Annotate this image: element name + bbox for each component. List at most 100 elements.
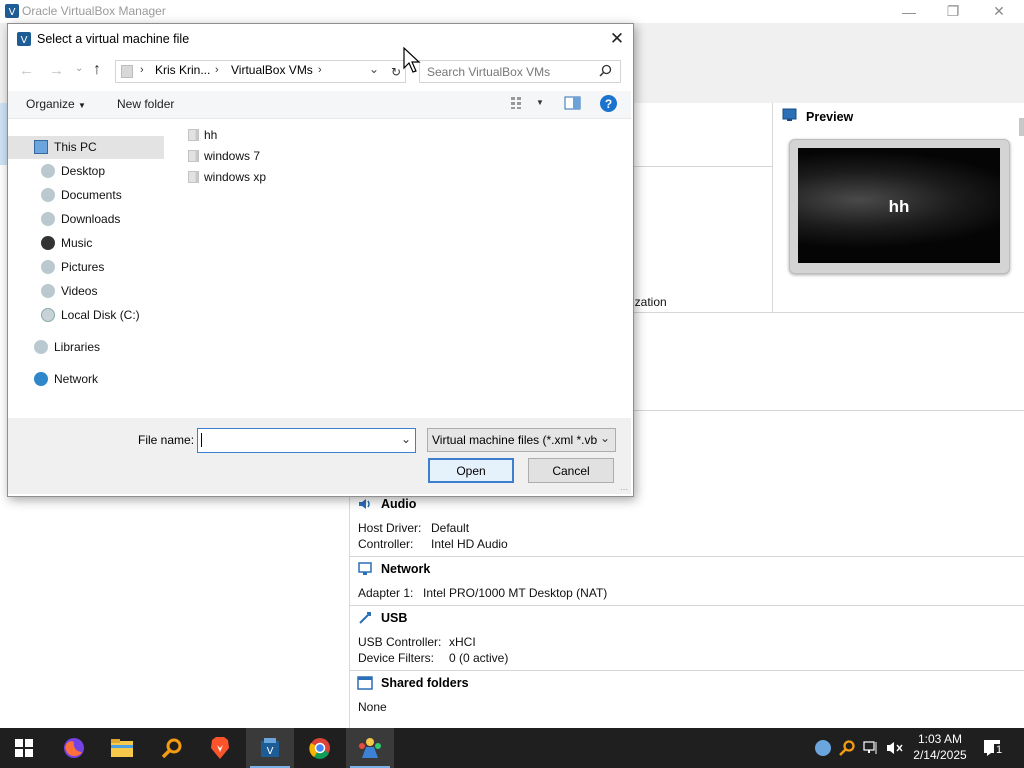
separator xyxy=(349,670,1024,671)
file-item-windows-xp[interactable]: windows xp xyxy=(188,170,266,184)
shared-folder-icon xyxy=(357,676,373,690)
cancel-button[interactable]: Cancel xyxy=(528,458,614,483)
nav-item-videos[interactable]: Videos xyxy=(41,284,97,298)
window-close-button[interactable]: ✕ xyxy=(976,0,1022,23)
virtualbox-logo-icon: V xyxy=(17,32,31,46)
nav-item-libraries[interactable]: Libraries xyxy=(34,340,100,354)
back-arrow-icon[interactable]: ← xyxy=(19,62,34,79)
network-globe-icon xyxy=(34,372,48,386)
usb-filters-value: 0 (0 active) xyxy=(449,651,509,665)
monitor-icon xyxy=(782,108,797,121)
nav-item-local-disk[interactable]: Local Disk (C:) xyxy=(41,308,140,322)
nav-label-documents: Documents xyxy=(61,188,122,202)
nav-item-music[interactable]: Music xyxy=(41,236,92,250)
clock-date: 2/14/2025 xyxy=(913,748,967,762)
notification-count: 1 xyxy=(994,744,1005,756)
taskbar-search-tool[interactable] xyxy=(148,728,196,768)
audio-host-driver-value: Default xyxy=(431,521,470,535)
change-view-icon[interactable] xyxy=(510,96,526,110)
search-icon[interactable] xyxy=(599,64,612,77)
scrollbar-thumb[interactable] xyxy=(1019,118,1024,136)
help-icon[interactable]: ? xyxy=(600,95,617,112)
taskbar-chrome[interactable] xyxy=(296,728,344,768)
address-dropdown-chevron-icon[interactable]: ⌄ xyxy=(369,62,379,76)
breadcrumb-separator-icon: › xyxy=(215,64,219,76)
file-item-windows-7[interactable]: windows 7 xyxy=(188,149,260,163)
breadcrumb-vms[interactable]: VirtualBox VMs xyxy=(231,63,313,77)
people-app-icon xyxy=(359,738,381,758)
audio-controller-value: Intel HD Audio xyxy=(431,537,508,551)
start-button[interactable] xyxy=(0,728,48,768)
svg-text:V: V xyxy=(21,35,28,46)
windows-start-icon xyxy=(15,739,33,757)
videos-icon xyxy=(41,284,55,298)
nav-item-pictures[interactable]: Pictures xyxy=(41,260,104,274)
network-icon xyxy=(358,562,372,575)
separator xyxy=(772,103,773,313)
minimize-button[interactable]: — xyxy=(886,0,932,23)
audio-controller-key: Controller: xyxy=(358,537,414,551)
organize-button[interactable]: Organize ▼ xyxy=(26,97,86,111)
nav-label-downloads: Downloads xyxy=(61,212,121,226)
file-type-dropdown-icon[interactable]: ⌄ xyxy=(598,429,612,451)
taskbar-file-explorer[interactable] xyxy=(98,728,146,768)
usb-icon xyxy=(359,612,371,624)
file-type-value: Virtual machine files (*.xml *.vb xyxy=(432,433,598,447)
downloads-icon xyxy=(41,212,55,226)
nav-item-downloads[interactable]: Downloads xyxy=(41,212,120,226)
file-name-dropdown-icon[interactable]: ⌄ xyxy=(401,432,411,446)
separator xyxy=(632,410,1024,411)
tray-network-icon[interactable] xyxy=(862,740,880,756)
notification-center-button[interactable]: 1 xyxy=(983,739,1005,757)
dialog-close-button[interactable]: ✕ xyxy=(604,28,630,50)
taskbar-people-app[interactable] xyxy=(346,728,394,768)
file-item-hh[interactable]: hh xyxy=(188,128,217,142)
svg-text:V: V xyxy=(267,746,274,757)
breadcrumb-separator-icon: › xyxy=(140,64,144,76)
nav-item-desktop[interactable]: Desktop xyxy=(41,164,105,178)
folder-icon xyxy=(188,150,199,162)
separator xyxy=(349,605,1024,606)
new-folder-button[interactable]: New folder xyxy=(117,97,174,111)
pictures-icon xyxy=(41,260,55,274)
audio-host-driver-key: Host Driver: xyxy=(358,521,422,535)
clock-time: 1:03 AM xyxy=(917,732,963,746)
breadcrumb-user[interactable]: Kris Krin... xyxy=(155,63,210,77)
chrome-icon xyxy=(309,738,330,759)
recent-locations-chevron-icon[interactable]: ⌄ xyxy=(75,63,83,74)
usb-controller-value: xHCI xyxy=(449,635,476,649)
tray-search-tool-icon[interactable] xyxy=(839,739,855,757)
nav-label-desktop: Desktop xyxy=(61,164,106,178)
up-arrow-icon[interactable]: ↑ xyxy=(93,61,101,79)
nav-item-this-pc[interactable]: This PC xyxy=(34,140,97,154)
nav-label-network: Network xyxy=(54,372,99,386)
view-options-dropdown-icon[interactable]: ▼ xyxy=(536,98,544,107)
open-button[interactable]: Open xyxy=(428,458,514,483)
brave-icon xyxy=(211,737,229,759)
restore-button[interactable]: ❐ xyxy=(930,0,976,23)
preview-vm-name: hh xyxy=(888,197,910,216)
separator xyxy=(349,556,1024,557)
taskbar-firefox[interactable] xyxy=(50,728,98,768)
music-icon xyxy=(41,236,55,250)
usb-heading: USB xyxy=(381,611,408,625)
nav-item-documents[interactable]: Documents xyxy=(41,188,122,202)
breadcrumb-separator-icon: › xyxy=(318,64,322,76)
separator xyxy=(632,312,1024,313)
search-placeholder: Search VirtualBox VMs xyxy=(427,65,551,79)
svg-text:V: V xyxy=(9,7,16,18)
usb-filters-key: Device Filters: xyxy=(358,651,435,665)
system-partial-label: ization xyxy=(632,295,667,309)
search-input[interactable]: Search VirtualBox VMs xyxy=(419,60,621,83)
taskbar-brave[interactable] xyxy=(196,728,244,768)
preview-pane-icon[interactable] xyxy=(564,96,581,110)
nav-item-network[interactable]: Network xyxy=(34,372,98,386)
taskbar-virtualbox[interactable]: V xyxy=(246,728,294,768)
taskbar-clock[interactable]: 1:03 AM 2/14/2025 xyxy=(896,731,984,763)
tray-network-app-icon[interactable] xyxy=(815,740,831,756)
nav-label-this-pc: This PC xyxy=(54,140,97,154)
resize-grip-icon[interactable]: ⋯ xyxy=(620,485,628,494)
file-name-input[interactable]: ⌄ xyxy=(197,428,416,453)
file-type-select[interactable]: Virtual machine files (*.xml *.vb ⌄ xyxy=(427,428,616,452)
forward-arrow-icon[interactable]: → xyxy=(49,62,64,79)
